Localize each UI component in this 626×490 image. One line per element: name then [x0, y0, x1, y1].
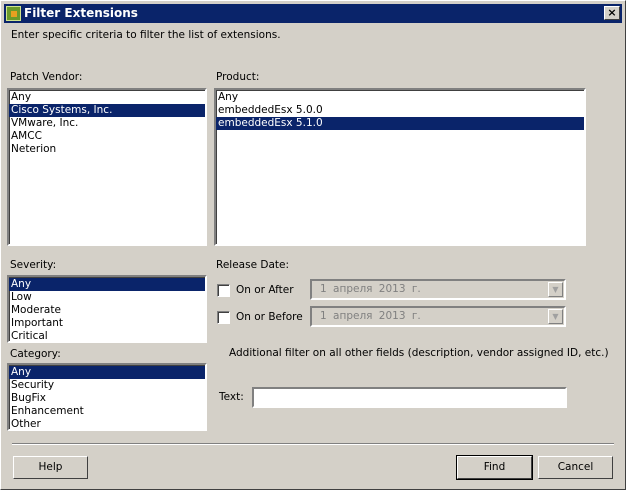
product-label: Product:: [216, 71, 260, 83]
additional-filter-text: Additional filter on all other fields (d…: [229, 347, 609, 359]
close-button[interactable]: ×: [604, 6, 620, 20]
text-input[interactable]: [252, 387, 567, 408]
divider: [12, 443, 614, 445]
on-or-before-checkbox[interactable]: [217, 311, 230, 324]
on-or-before-date-picker[interactable]: 1 апреля 2013 г. ▼: [310, 306, 566, 327]
on-or-after-checkbox[interactable]: [217, 284, 230, 297]
category-list-item[interactable]: Any: [9, 366, 205, 379]
vendor-list-item[interactable]: Neterion: [9, 143, 205, 156]
severity-list-item[interactable]: Important: [9, 317, 205, 330]
severity-list-item[interactable]: Any: [9, 278, 205, 291]
product-list[interactable]: Any embeddedEsx 5.0.0 embeddedEsx 5.1.0: [214, 88, 586, 246]
vendor-label: Patch Vendor:: [10, 71, 83, 83]
text-label: Text:: [219, 391, 244, 403]
window-title: Filter Extensions: [24, 6, 138, 20]
severity-list[interactable]: Any Low Moderate Important Critical: [7, 275, 207, 343]
description-text: Enter specific criteria to filter the li…: [11, 29, 281, 41]
title-bar: Filter Extensions ×: [4, 4, 622, 23]
on-or-before-label: On or Before: [236, 311, 303, 323]
product-list-item[interactable]: embeddedEsx 5.1.0: [216, 117, 584, 130]
product-list-item[interactable]: Any: [216, 91, 584, 104]
category-list-item[interactable]: Enhancement: [9, 405, 205, 418]
release-date-label: Release Date:: [216, 259, 289, 271]
dropdown-arrow-icon[interactable]: ▼: [548, 282, 563, 297]
vendor-list-item[interactable]: VMware, Inc.: [9, 117, 205, 130]
vendor-list-item[interactable]: AMCC: [9, 130, 205, 143]
category-list-item[interactable]: BugFix: [9, 392, 205, 405]
category-list[interactable]: Any Security BugFix Enhancement Other: [7, 363, 207, 431]
product-list-item[interactable]: embeddedEsx 5.0.0: [216, 104, 584, 117]
severity-list-item[interactable]: Moderate: [9, 304, 205, 317]
category-list-item[interactable]: Other: [9, 418, 205, 429]
on-or-after-label: On or After: [236, 284, 294, 296]
vendor-list[interactable]: Any Cisco Systems, Inc. VMware, Inc. AMCC Ne…: [7, 88, 207, 246]
on-or-before-date: 1 апреля 2013 г.: [320, 310, 421, 322]
cancel-button[interactable]: Cancel: [538, 456, 613, 479]
app-icon: [6, 6, 21, 21]
help-button[interactable]: Help: [13, 456, 88, 479]
severity-list-item[interactable]: Low: [9, 291, 205, 304]
on-or-after-date-picker[interactable]: 1 апреля 2013 г. ▼: [310, 279, 566, 300]
severity-label: Severity:: [10, 259, 57, 271]
dropdown-arrow-icon[interactable]: ▼: [548, 309, 563, 324]
category-list-item[interactable]: Security: [9, 379, 205, 392]
on-or-after-date: 1 апреля 2013 г.: [320, 283, 421, 295]
vendor-list-item[interactable]: Any: [9, 91, 205, 104]
vendor-list-item[interactable]: Cisco Systems, Inc.: [9, 104, 205, 117]
find-button[interactable]: Find: [456, 455, 533, 480]
category-label: Category:: [10, 348, 61, 360]
severity-list-item[interactable]: Critical: [9, 330, 205, 341]
